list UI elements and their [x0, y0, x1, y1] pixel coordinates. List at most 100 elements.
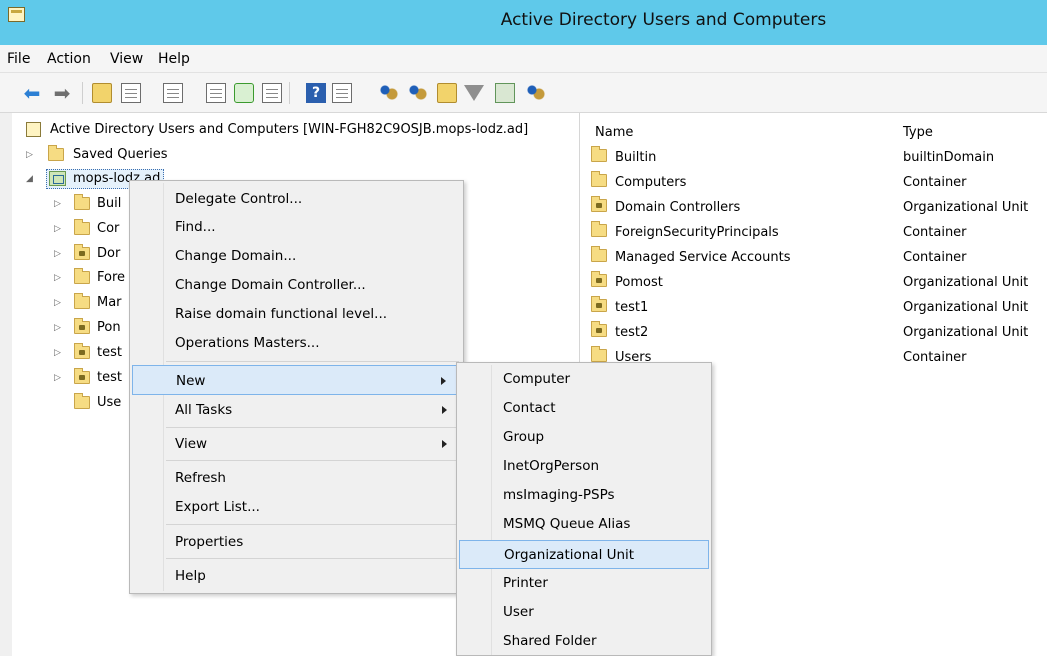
- menu-item-change-domain-controller[interactable]: Change Domain Controller...: [132, 270, 461, 300]
- row-name: Domain Controllers: [615, 200, 741, 215]
- tree-item-label: Buil: [97, 196, 122, 211]
- submenu-item-organizational-unit[interactable]: Organizational Unit: [459, 540, 709, 569]
- submenu-item-user[interactable]: User: [459, 598, 709, 627]
- folder-icon: [591, 221, 607, 237]
- row-name: Managed Service Accounts: [615, 250, 791, 265]
- refresh-icon[interactable]: [234, 83, 254, 103]
- properties-icon[interactable]: [206, 83, 226, 103]
- menu-file[interactable]: File: [7, 51, 30, 67]
- menu-item-raise-functional-level[interactable]: Raise domain functional level...: [132, 299, 461, 329]
- filter-icon[interactable]: [464, 85, 484, 101]
- expand-icon[interactable]: ▷: [54, 317, 66, 339]
- back-arrow-icon[interactable]: ⬅: [22, 83, 42, 103]
- find-icon[interactable]: [495, 83, 515, 103]
- submenu-item-msmq-queue-alias[interactable]: MSMQ Queue Alias: [459, 510, 709, 539]
- collapse-icon[interactable]: ◢: [26, 168, 38, 190]
- up-folder-icon[interactable]: [92, 83, 112, 103]
- menu-item-all-tasks[interactable]: All Tasks: [132, 395, 461, 425]
- show-action-pane-icon[interactable]: [332, 83, 352, 103]
- row-name: Builtin: [615, 150, 657, 165]
- menu-item-find[interactable]: Find...: [132, 212, 461, 242]
- menu-item-export-list[interactable]: Export List...: [132, 492, 461, 522]
- menu-item-label: Change Domain Controller...: [175, 277, 366, 293]
- submenu-item-inetorgperson[interactable]: InetOrgPerson: [459, 452, 709, 481]
- forward-arrow-icon[interactable]: ➡: [52, 83, 72, 103]
- list-row[interactable]: Pomost Organizational Unit: [591, 270, 1041, 295]
- tree-item-label: Dor: [97, 246, 121, 261]
- submenu-item-group[interactable]: Group: [459, 423, 709, 452]
- expand-icon[interactable]: ▷: [54, 193, 66, 215]
- menu-item-new[interactable]: New: [132, 365, 461, 395]
- list-row[interactable]: Domain Controllers Organizational Unit: [591, 195, 1041, 220]
- menu-item-label: Shared Folder: [503, 633, 597, 649]
- menu-item-change-domain[interactable]: Change Domain...: [132, 241, 461, 271]
- list-row[interactable]: test2 Organizational Unit: [591, 320, 1041, 345]
- move-users-icon[interactable]: [525, 83, 545, 103]
- tree-item-label: test: [97, 345, 122, 360]
- submenu-arrow-icon: [442, 406, 447, 414]
- show-hide-console-tree-icon[interactable]: [121, 83, 141, 103]
- row-type: Organizational Unit: [903, 325, 1029, 340]
- menu-action[interactable]: Action: [47, 51, 91, 67]
- submenu-item-computer[interactable]: Computer: [459, 365, 709, 394]
- column-header-type[interactable]: Type: [903, 121, 933, 145]
- new-group-icon[interactable]: [407, 83, 427, 103]
- tree-root[interactable]: Active Directory Users and Computers [WI…: [26, 119, 576, 141]
- folder-icon: [591, 246, 607, 262]
- tree-item-saved-queries[interactable]: ▷ Saved Queries: [26, 144, 326, 166]
- help-icon[interactable]: ?: [306, 83, 326, 103]
- list-row[interactable]: Computers Container: [591, 170, 1041, 195]
- menu-item-label: Printer: [503, 575, 548, 591]
- list-row[interactable]: ForeignSecurityPrincipals Container: [591, 220, 1041, 245]
- menu-item-view[interactable]: View: [132, 429, 461, 459]
- row-type: Container: [903, 250, 967, 265]
- menu-item-label: Help: [175, 568, 206, 584]
- list-row[interactable]: Managed Service Accounts Container: [591, 245, 1041, 270]
- tree-item-label: Saved Queries: [73, 147, 168, 162]
- expand-icon[interactable]: ▷: [54, 292, 66, 314]
- menu-item-label: Properties: [175, 534, 244, 550]
- submenu-item-msimaging-psps[interactable]: msImaging-PSPs: [459, 481, 709, 510]
- expand-icon[interactable]: ▷: [54, 367, 66, 389]
- list-row[interactable]: Builtin builtinDomain: [591, 145, 1041, 170]
- column-header-name[interactable]: Name: [595, 121, 633, 145]
- menu-view[interactable]: View: [110, 51, 143, 67]
- menu-item-label: View: [175, 436, 208, 452]
- expand-icon[interactable]: ▷: [54, 267, 66, 289]
- row-name: test2: [615, 325, 649, 340]
- menu-item-label: Refresh: [175, 470, 226, 486]
- expand-icon[interactable]: ▷: [54, 218, 66, 240]
- menu-separator: [166, 361, 459, 362]
- submenu-item-printer[interactable]: Printer: [459, 569, 709, 598]
- toolbar-separator: [82, 82, 83, 104]
- menu-separator: [166, 427, 459, 428]
- menu-item-operations-masters[interactable]: Operations Masters...: [132, 328, 461, 358]
- clipboard-icon[interactable]: [163, 83, 183, 103]
- ou-icon: [74, 318, 90, 334]
- menu-item-properties[interactable]: Properties: [132, 527, 461, 557]
- menu-item-label: Raise domain functional level...: [175, 306, 388, 322]
- tree-root-label: Active Directory Users and Computers [WI…: [50, 122, 529, 137]
- title-bar: Active Directory Users and Computers: [0, 0, 1047, 45]
- expand-icon[interactable]: ▷: [54, 243, 66, 265]
- folder-icon: [591, 346, 607, 362]
- folder-icon: [591, 146, 607, 162]
- submenu-arrow-icon: [441, 377, 446, 385]
- submenu-item-contact[interactable]: Contact: [459, 394, 709, 423]
- menu-separator: [166, 460, 459, 461]
- menu-item-delegate-control[interactable]: Delegate Control...: [132, 184, 461, 214]
- menu-item-help[interactable]: Help: [132, 561, 461, 591]
- tree-item-label: Mar: [97, 295, 122, 310]
- new-ou-icon[interactable]: [437, 83, 457, 103]
- export-list-icon[interactable]: [262, 83, 282, 103]
- ou-icon: [74, 343, 90, 359]
- tree-item-label: Fore: [97, 270, 126, 285]
- row-name: Pomost: [615, 275, 663, 290]
- menu-help[interactable]: Help: [158, 51, 190, 67]
- expand-icon[interactable]: ▷: [54, 342, 66, 364]
- expand-icon[interactable]: ▷: [26, 144, 38, 166]
- submenu-item-shared-folder[interactable]: Shared Folder: [459, 627, 709, 656]
- new-user-icon[interactable]: [378, 83, 398, 103]
- menu-item-refresh[interactable]: Refresh: [132, 463, 461, 493]
- list-row[interactable]: test1 Organizational Unit: [591, 295, 1041, 320]
